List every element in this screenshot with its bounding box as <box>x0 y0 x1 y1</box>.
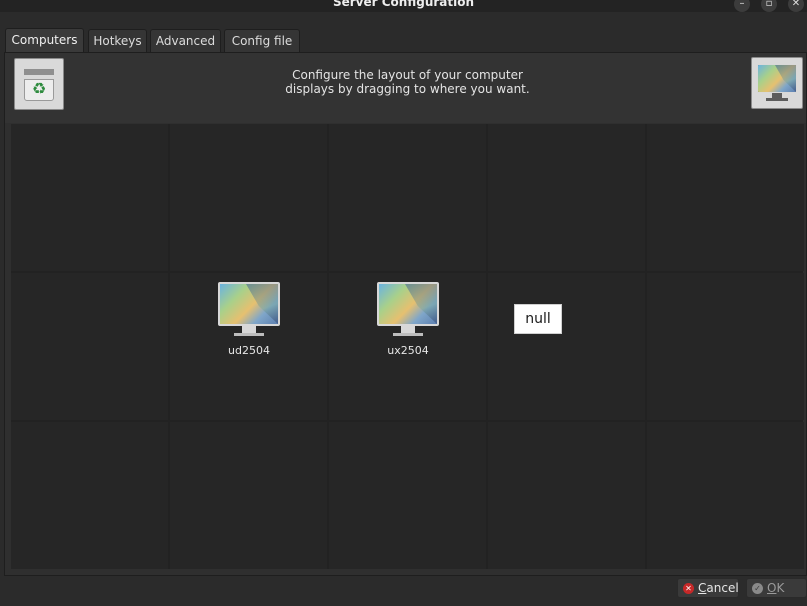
grid-cell[interactable] <box>488 124 645 271</box>
grid-cell[interactable] <box>11 124 168 271</box>
screen-ux2504[interactable]: ux2504 <box>363 282 453 357</box>
grid-cell[interactable] <box>488 422 645 569</box>
monitor-icon <box>377 282 439 326</box>
cancel-label: Cancel <box>698 579 739 597</box>
ok-label-rest: K <box>776 581 785 595</box>
layout-header: ♻ Configure the layout of your computer … <box>5 53 806 123</box>
server-configuration-window: Server Configuration – ▫ ✕ Computers Hot… <box>0 0 807 606</box>
grid-cell[interactable] <box>647 273 804 420</box>
title-bar: Server Configuration – ▫ ✕ <box>0 0 807 12</box>
instructions-line-2: displays by dragging to where you want. <box>285 82 530 96</box>
bin-lid <box>24 69 54 75</box>
grid-cell[interactable] <box>11 422 168 569</box>
monitor-neck <box>401 326 415 333</box>
monitor-base <box>234 333 264 336</box>
screen-name-label: ux2504 <box>387 344 429 357</box>
cancel-label-rest: ancel <box>706 581 739 595</box>
window-title: Server Configuration <box>332 0 475 9</box>
grid-cell[interactable] <box>170 124 327 271</box>
maximize-button[interactable]: ▫ <box>761 0 777 12</box>
instructions-line-1: Configure the layout of your computer <box>292 68 523 82</box>
grid-cell[interactable] <box>647 124 804 271</box>
ok-button[interactable]: ✓ OK <box>746 578 807 598</box>
checkmark-icon: ✓ <box>752 583 763 594</box>
monitor-neck <box>242 326 256 333</box>
screen-ud2504[interactable]: ud2504 <box>204 282 294 357</box>
tab-computers[interactable]: Computers <box>5 28 84 53</box>
monitor-icon <box>218 282 280 326</box>
grid-cell[interactable] <box>488 273 645 420</box>
monitor-base <box>393 333 423 336</box>
tab-hotkeys[interactable]: Hotkeys <box>88 29 147 53</box>
new-screen-monitor-icon[interactable] <box>751 57 803 109</box>
screen-name-label: ud2504 <box>228 344 270 357</box>
tab-config-file[interactable]: Config file <box>224 29 300 53</box>
screen-layout-grid[interactable]: ud2504 ux2504 <box>11 124 804 569</box>
grid-cell[interactable] <box>329 422 486 569</box>
grid-cell[interactable] <box>11 273 168 420</box>
grid-cell[interactable] <box>647 422 804 569</box>
grid-cell[interactable] <box>329 124 486 271</box>
recycle-symbol-icon: ♻ <box>31 79 47 98</box>
minimize-button[interactable]: – <box>734 0 750 12</box>
layout-instructions: Configure the layout of your computer di… <box>255 68 560 96</box>
ok-label: OK <box>767 579 784 597</box>
computers-panel: ♻ Configure the layout of your computer … <box>4 52 807 576</box>
tab-advanced[interactable]: Advanced <box>150 29 221 53</box>
monitor-base <box>766 98 788 101</box>
monitor-frame <box>757 64 797 93</box>
close-button[interactable]: ✕ <box>788 0 804 12</box>
cancel-icon: ✕ <box>683 583 694 594</box>
cancel-button[interactable]: ✕ Cancel <box>677 578 739 598</box>
tooltip: null <box>514 304 562 334</box>
recycle-bin-icon[interactable]: ♻ <box>14 58 64 110</box>
grid-cell[interactable] <box>170 422 327 569</box>
